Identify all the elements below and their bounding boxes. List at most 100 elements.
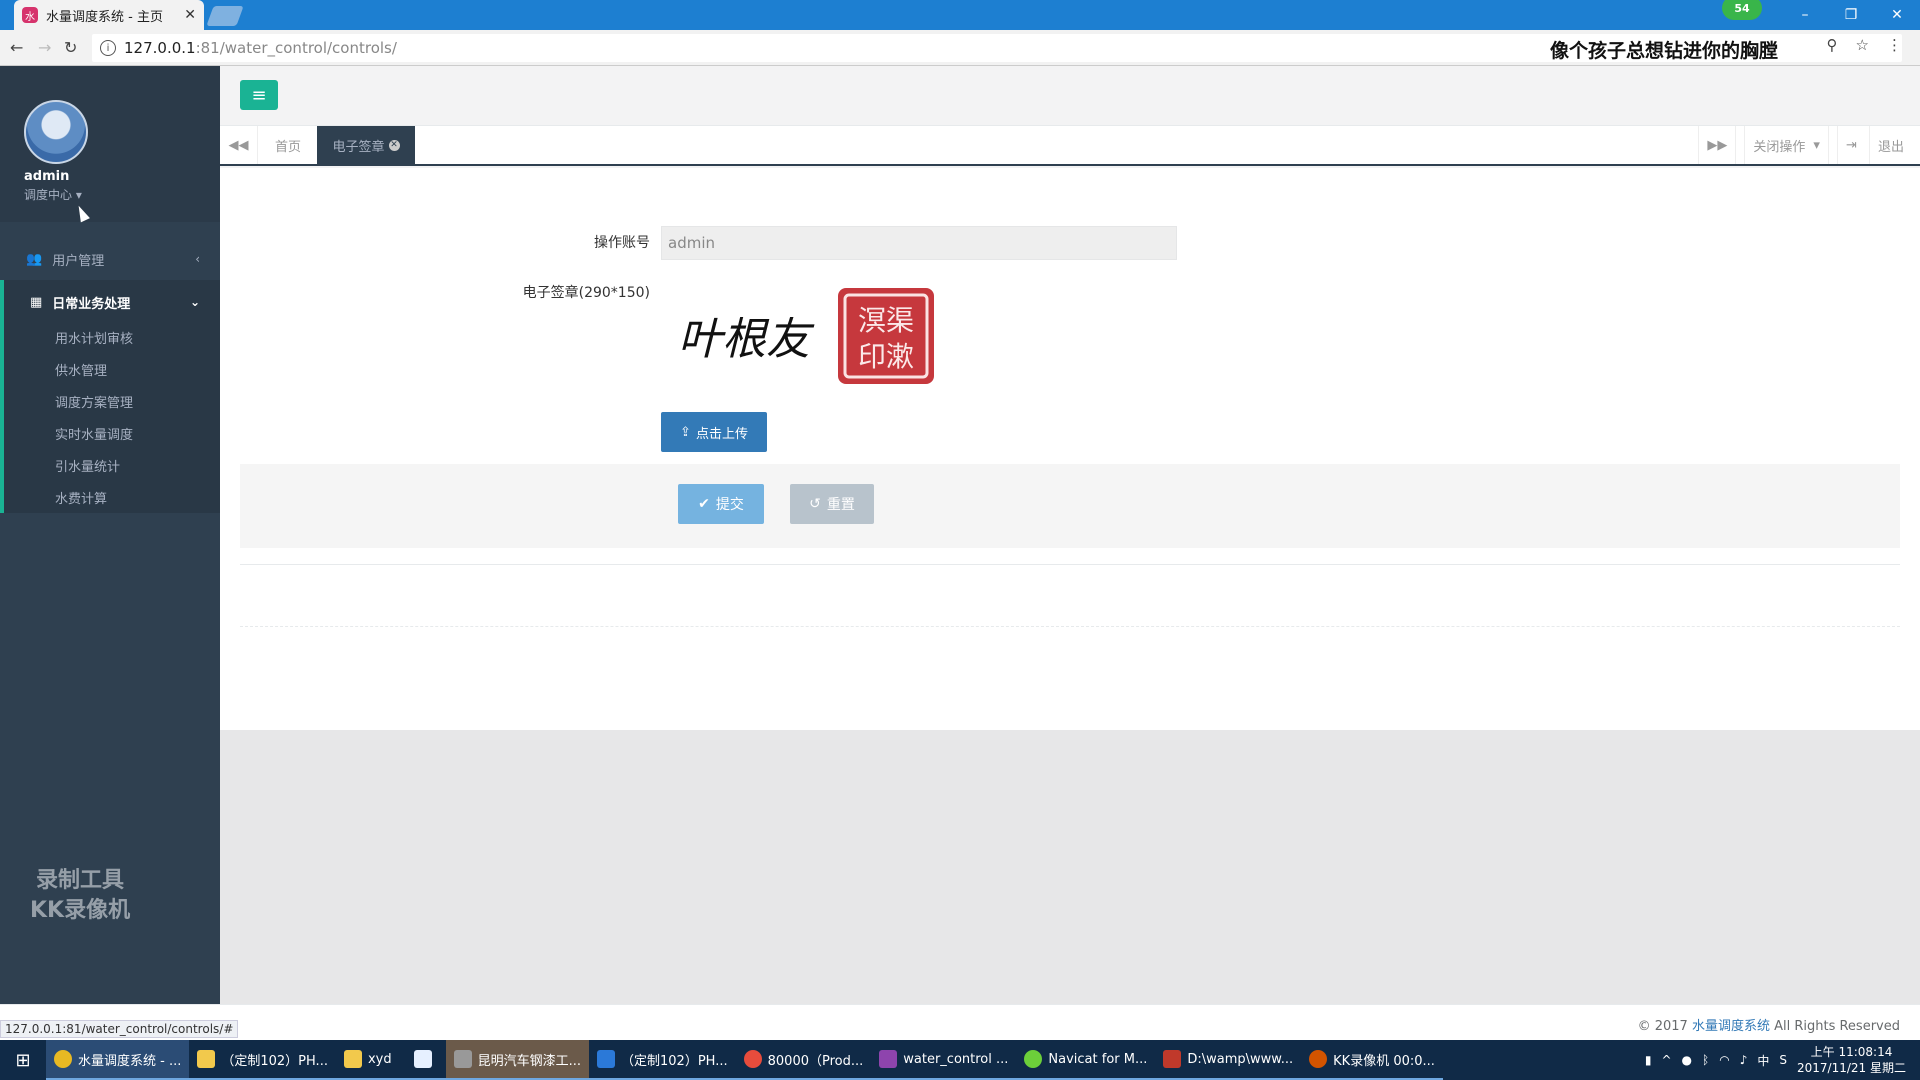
chevron-up-icon[interactable]: ^ xyxy=(1661,1053,1671,1067)
submenu: 用水计划审核 供水管理 调度方案管理 实时水量调度 引水量统计 水费计算 xyxy=(0,321,220,513)
form-actions: ✔ 提交 ↺ 重置 xyxy=(240,464,1900,548)
check-icon: ✔ xyxy=(698,496,710,512)
reload-icon[interactable]: ↻ xyxy=(64,38,77,57)
upload-button[interactable]: ⇪ 点击上传 xyxy=(661,412,767,452)
submenu-item-fee[interactable]: 水费计算 xyxy=(4,481,220,513)
menu-toggle-button[interactable]: ≡ xyxy=(240,80,278,110)
restore-icon[interactable]: ❐ xyxy=(1828,0,1874,30)
app-icon xyxy=(1163,1050,1182,1068)
divider-dashed xyxy=(240,626,1900,627)
taskbar-app-80000[interactable]: 80000（Prod... xyxy=(735,1040,872,1080)
sidebar: admin 调度中心 ▾ 👥 用户管理 ‹ ▦ 日常业务处理 ⌄ 用水计划审核 … xyxy=(0,66,220,1022)
tabs-scroll-right-icon[interactable]: ▶▶ xyxy=(1698,126,1735,164)
bluetooth-icon[interactable]: ᛒ xyxy=(1702,1053,1709,1067)
key-icon[interactable]: ⚲ xyxy=(1827,36,1838,54)
browser-tab[interactable]: 水 水量调度系统 - 主页 ✕ xyxy=(14,0,204,30)
signature-image: 叶根友 溟渠 印漱 xyxy=(678,288,934,384)
chevron-down-icon: ⌄ xyxy=(189,295,200,309)
taskbar-app-wamp[interactable]: D:\wamp\www... xyxy=(1155,1040,1302,1080)
submenu-item-realtime[interactable]: 实时水量调度 xyxy=(4,417,220,449)
window-controls: – ❐ ✕ xyxy=(1782,0,1920,30)
menu-user-management[interactable]: 👥 用户管理 ‹ xyxy=(0,237,220,281)
minimize-icon[interactable]: – xyxy=(1782,0,1828,30)
new-tab-button[interactable] xyxy=(206,6,244,26)
submit-button[interactable]: ✔ 提交 xyxy=(678,484,764,524)
taskbar-app-navicat[interactable]: Navicat for M... xyxy=(1016,1040,1156,1080)
folder-icon xyxy=(343,1050,362,1068)
ime-indicator[interactable]: 中 xyxy=(1757,1052,1769,1069)
sogou-icon[interactable]: S xyxy=(1779,1053,1787,1067)
profile-role-dropdown[interactable]: 调度中心 ▾ xyxy=(24,186,82,203)
close-ops-label: 关闭操作 xyxy=(1744,126,1813,164)
back-icon[interactable]: ← xyxy=(10,38,23,57)
taskbar-app-kk[interactable]: KK录像机 00:0... xyxy=(1301,1040,1443,1080)
volume-icon[interactable]: ♪ xyxy=(1740,1053,1748,1067)
taskbar-app-word[interactable]: （定制102）PH... xyxy=(589,1040,736,1080)
app-icon xyxy=(413,1050,432,1068)
profile-panel: admin 调度中心 ▾ xyxy=(0,66,220,223)
submenu-item-supply[interactable]: 供水管理 xyxy=(4,353,220,385)
forward-icon[interactable]: → xyxy=(38,38,51,57)
windows-start-icon[interactable]: ⊞ xyxy=(0,1040,46,1080)
notification-badge[interactable]: 54 xyxy=(1722,0,1762,20)
status-url: 127.0.0.1:81/water_control/controls/# xyxy=(0,1020,239,1038)
taskbar-app-folder1[interactable]: （定制102）PH... xyxy=(189,1040,336,1080)
taskbar-app-kunming[interactable]: 昆明汽车钢漆工... xyxy=(445,1040,590,1080)
divider xyxy=(240,564,1900,565)
close-window-icon[interactable]: ✕ xyxy=(1874,0,1920,30)
tabs-scroll-left-icon[interactable]: ◀◀ xyxy=(220,126,258,164)
tab-close-icon[interactable]: ✕ xyxy=(388,139,400,151)
antivirus-icon[interactable]: ● xyxy=(1682,1053,1692,1067)
submit-label: 提交 xyxy=(715,497,744,513)
taskbar-app-chrome[interactable]: 水量调度系统 - ... xyxy=(46,1040,190,1080)
battery-icon[interactable]: ▮ xyxy=(1645,1053,1652,1067)
copyright: © 2017 水量调度系统 All Rights Reserved xyxy=(1638,1015,1900,1034)
page-footer: © 2017 水量调度系统 All Rights Reserved xyxy=(0,1004,1920,1040)
submenu-item-intake-stats[interactable]: 引水量统计 xyxy=(4,449,220,481)
profile-role: 调度中心 xyxy=(24,188,73,202)
folder-icon xyxy=(197,1050,216,1068)
kk-recorder-icon xyxy=(1309,1050,1328,1068)
system-tray: ▮ ^ ● ᛒ ◠ ♪ 中 S 上午 11:08:14 2017/11/21 星… xyxy=(1645,1040,1920,1080)
empty-region xyxy=(220,730,1920,1022)
reset-label: 重置 xyxy=(826,497,855,513)
wifi-icon[interactable]: ◠ xyxy=(1719,1053,1729,1067)
url-field[interactable]: i 127.0.0.1:81/water_control/controls/ 像… xyxy=(92,34,1902,62)
watermark-line2: KK录像机 xyxy=(30,898,131,923)
avatar[interactable] xyxy=(24,100,88,164)
taskbar-app-label: （定制102）PH... xyxy=(221,1053,328,1069)
tab-home[interactable]: 首页 xyxy=(258,126,318,164)
bookmark-star-icon[interactable]: ☆ xyxy=(1856,36,1869,54)
taskbar-app-label: Navicat for M... xyxy=(1048,1051,1148,1067)
menu-daily-business[interactable]: ▦ 日常业务处理 ⌄ xyxy=(0,280,220,324)
clock[interactable]: 上午 11:08:14 2017/11/21 星期二 xyxy=(1797,1044,1906,1076)
overlay-caption: 像个孩子总想钻进你的胸膛 xyxy=(1550,40,1779,62)
phpstorm-icon xyxy=(879,1050,898,1068)
taskbar-app-phpstorm[interactable]: water_control ... xyxy=(871,1040,1017,1080)
browser-menu-icon[interactable]: ⋮ xyxy=(1887,36,1902,54)
navicat-icon xyxy=(1024,1050,1043,1068)
submenu-item-plan-review[interactable]: 用水计划审核 xyxy=(4,321,220,353)
logout-link[interactable]: ⇥ 退出 xyxy=(1827,126,1920,164)
submenu-item-dispatch-plan[interactable]: 调度方案管理 xyxy=(4,385,220,417)
tab-label: 电子签章 xyxy=(332,139,385,155)
reset-button[interactable]: ↺ 重置 xyxy=(790,484,874,524)
browser-titlebar: 水 水量调度系统 - 主页 ✕ 54 – ❐ ✕ xyxy=(0,0,1920,30)
menu-label: 日常业务处理 xyxy=(52,296,131,312)
tab-e-signature[interactable]: 电子签章 ✕ xyxy=(317,126,415,164)
taskbar-app-label: 昆明汽车钢漆工... xyxy=(477,1053,582,1069)
account-field[interactable]: admin xyxy=(661,226,1177,260)
grid-icon: ▦ xyxy=(30,294,43,310)
signature-handwriting: 叶根友 xyxy=(678,314,815,365)
taskbar-app-folder2[interactable]: xyd xyxy=(335,1040,400,1080)
info-icon[interactable]: i xyxy=(100,40,116,56)
wps-icon xyxy=(597,1050,616,1068)
close-ops-dropdown[interactable]: 关闭操作 ▾ xyxy=(1735,126,1828,164)
taskbar-app-label: D:\wamp\www... xyxy=(1187,1051,1294,1067)
taskbar-app-blue[interactable] xyxy=(399,1040,446,1080)
taskbar-app-label: water_control ... xyxy=(903,1051,1009,1067)
tab-close-icon[interactable]: ✕ xyxy=(184,7,196,23)
undo-icon: ↺ xyxy=(809,496,821,512)
copyright-brand[interactable]: 水量调度系统 xyxy=(1692,1019,1770,1034)
url-path: :81/water_control/controls/ xyxy=(195,39,397,57)
